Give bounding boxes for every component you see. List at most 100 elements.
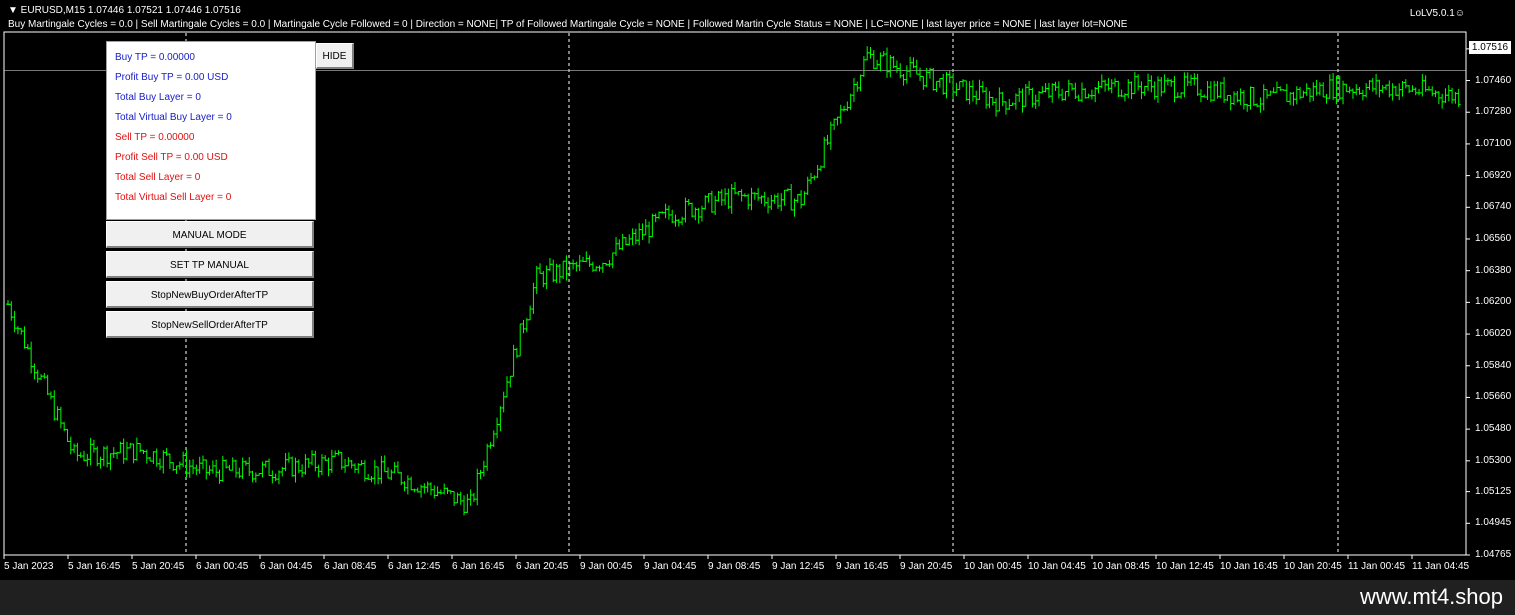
price-tick-label: 1.06200 — [1475, 296, 1512, 308]
price-bar — [1089, 89, 1094, 100]
price-bar — [1063, 90, 1068, 101]
time-tick-label: 6 Jan 20:45 — [516, 561, 569, 572]
price-bar — [871, 50, 876, 70]
price-bar — [1149, 75, 1154, 93]
price-bar — [690, 202, 695, 218]
price-bar — [181, 451, 186, 468]
price-bar — [723, 188, 728, 205]
price-bar — [1393, 85, 1398, 97]
price-bar — [121, 438, 126, 464]
price-bar — [1189, 74, 1194, 86]
total-virtual-buy-layer-text: Total Virtual Buy Layer = 0 — [115, 112, 232, 123]
price-bar — [1228, 94, 1233, 111]
price-bar — [1162, 74, 1167, 93]
price-bar — [766, 197, 771, 214]
price-bar — [799, 190, 804, 209]
price-bar — [177, 461, 182, 470]
price-bar — [1265, 89, 1270, 99]
price-bar — [1165, 77, 1170, 86]
time-tick-label: 5 Jan 16:45 — [68, 561, 121, 572]
footer-bar: www.mt4.shop — [0, 580, 1515, 615]
price-bar — [9, 301, 14, 321]
price-bar — [984, 87, 989, 109]
price-bar — [855, 81, 860, 92]
chart-area[interactable]: ▼ EURUSD,M15 1.07446 1.07521 1.07446 1.0… — [0, 0, 1515, 580]
time-tick-label: 5 Jan 20:45 — [132, 561, 185, 572]
price-bar — [627, 234, 632, 246]
price-bar — [12, 310, 17, 333]
price-bar — [455, 492, 460, 504]
price-bar — [389, 469, 394, 481]
price-bar — [32, 363, 37, 380]
price-bar — [1321, 82, 1326, 98]
price-bar — [822, 136, 827, 169]
price-bar — [521, 319, 526, 334]
stop-new-buy-order-button[interactable]: StopNewBuyOrderAfterTP — [106, 281, 314, 308]
ea-version-label: LoLV5.0.1☺ — [1409, 8, 1465, 19]
price-tick-label: 1.05660 — [1475, 391, 1512, 403]
price-bar — [762, 191, 767, 207]
price-bar — [1030, 87, 1035, 108]
price-bar — [1420, 74, 1425, 97]
price-bar — [1109, 79, 1114, 94]
price-bar — [144, 449, 149, 464]
price-bar — [1225, 94, 1230, 102]
price-bar — [1307, 87, 1312, 103]
price-bar — [742, 193, 747, 197]
price-bar — [782, 189, 787, 206]
price-bar — [55, 406, 60, 421]
watermark: www.mt4.shop — [1359, 584, 1503, 609]
price-bar — [286, 452, 291, 463]
price-bar — [789, 183, 794, 211]
set-tp-manual-button[interactable]: SET TP MANUAL — [106, 251, 314, 278]
price-tick-label: 1.07100 — [1475, 137, 1512, 149]
price-bar — [75, 442, 80, 462]
price-bar — [468, 489, 473, 506]
price-bar — [395, 461, 400, 474]
price-bar — [471, 492, 476, 502]
price-bar — [607, 259, 612, 267]
price-bar — [1446, 84, 1451, 102]
time-tick-label: 10 Jan 08:45 — [1092, 561, 1150, 572]
time-tick-label: 9 Jan 08:45 — [708, 561, 761, 572]
total-buy-layer-text: Total Buy Layer = 0 — [115, 92, 201, 103]
hide-button[interactable]: HIDE — [316, 43, 354, 69]
price-bar — [425, 481, 430, 493]
martingale-status: Buy Martingale Cycles = 0.0 | Sell Marti… — [8, 19, 1128, 30]
price-bar — [1403, 79, 1408, 89]
price-bar — [878, 52, 883, 72]
price-bar — [1033, 94, 1038, 109]
price-bar — [1103, 79, 1108, 92]
price-bar — [138, 443, 143, 453]
price-bar — [1066, 79, 1071, 97]
price-bar — [1172, 76, 1177, 103]
price-bar — [1192, 73, 1197, 86]
price-bar — [481, 460, 486, 477]
manual-mode-button[interactable]: MANUAL MODE — [106, 221, 314, 248]
price-bar — [1093, 87, 1098, 103]
price-bar — [359, 460, 364, 466]
price-tick-label: 1.05840 — [1475, 359, 1512, 371]
price-tick-label: 1.04765 — [1475, 549, 1512, 560]
price-bar — [514, 348, 519, 359]
price-bar — [885, 47, 890, 78]
price-bar — [918, 67, 923, 82]
price-bar — [1350, 88, 1355, 99]
price-bar — [409, 476, 414, 491]
price-bar — [1169, 79, 1174, 87]
price-bar — [240, 457, 245, 479]
price-tick-label: 1.07280 — [1475, 106, 1512, 118]
price-bar — [713, 195, 718, 216]
price-bar — [253, 472, 258, 483]
stop-new-sell-order-button[interactable]: StopNewSellOrderAfterTP — [106, 311, 314, 338]
price-bar — [1331, 73, 1336, 101]
price-bar — [934, 80, 939, 92]
price-bar — [1288, 92, 1293, 105]
price-bar — [39, 374, 44, 381]
price-bar — [584, 251, 589, 263]
price-bar — [544, 265, 549, 290]
price-tick-label: 1.06740 — [1475, 201, 1512, 213]
price-bar — [541, 271, 546, 288]
price-bar — [458, 491, 463, 505]
price-bar — [1040, 86, 1045, 94]
